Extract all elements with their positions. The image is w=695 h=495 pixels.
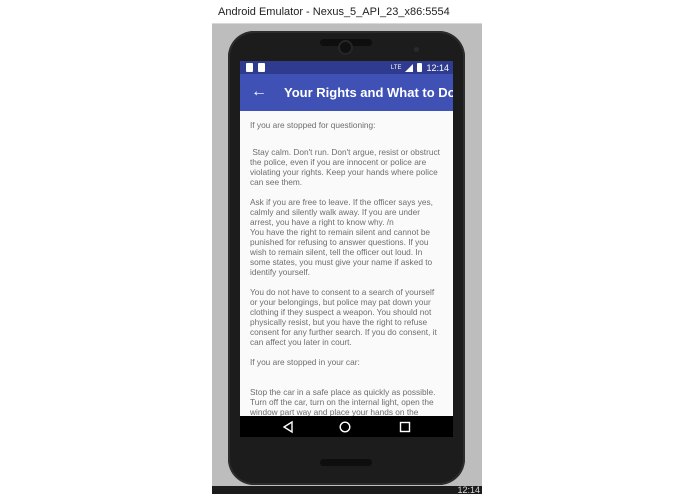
sensor-icon bbox=[414, 47, 419, 52]
bottom-speaker bbox=[320, 459, 372, 466]
app-bar: ← Your Rights and What to Do: bbox=[240, 74, 453, 111]
host-taskbar bbox=[212, 486, 482, 494]
arrow-left-icon[interactable]: ← bbox=[248, 81, 270, 103]
page-title: Your Rights and What to Do: bbox=[284, 85, 453, 100]
emulator-window: Android Emulator - Nexus_5_API_23_x86:55… bbox=[212, 0, 482, 495]
window-title: Android Emulator - Nexus_5_API_23_x86:55… bbox=[212, 0, 482, 24]
phone-frame: LTE 12:14 ← Your Rights and What to Do: … bbox=[228, 31, 465, 485]
emulator-body: LTE 12:14 ← Your Rights and What to Do: … bbox=[212, 24, 482, 486]
paragraph-stop-car: Stop the car in a safe place as quickly … bbox=[250, 387, 436, 416]
back-triangle-icon[interactable] bbox=[281, 420, 295, 434]
network-type: LTE bbox=[390, 64, 402, 71]
status-clock: 12:14 bbox=[426, 62, 449, 73]
paragraph-free-to-leave: Ask if you are free to leave. If the off… bbox=[250, 197, 433, 277]
paragraph-search-consent: You do not have to consent to a search o… bbox=[250, 287, 440, 347]
status-bar: LTE 12:14 bbox=[240, 61, 453, 74]
home-circle-icon[interactable] bbox=[338, 420, 352, 434]
signal-icon bbox=[405, 63, 414, 72]
paragraph-stay-calm: Stay calm. Don't run. Don't argue, resis… bbox=[250, 147, 443, 187]
camera-icon bbox=[340, 42, 351, 53]
section-heading-car: If you are stopped in your car: bbox=[250, 357, 360, 367]
navigation-bar bbox=[240, 416, 453, 437]
host-clock: 12:14 bbox=[457, 485, 480, 495]
sim-card-icon bbox=[246, 63, 253, 72]
notification-icon bbox=[258, 63, 265, 72]
section-heading-questioning: If you are stopped for questioning: bbox=[250, 120, 376, 130]
battery-icon bbox=[417, 63, 423, 72]
device-screen: LTE 12:14 ← Your Rights and What to Do: … bbox=[240, 61, 453, 437]
recents-square-icon[interactable] bbox=[398, 420, 412, 434]
rights-content[interactable]: If you are stopped for questioning: Stay… bbox=[240, 111, 453, 416]
